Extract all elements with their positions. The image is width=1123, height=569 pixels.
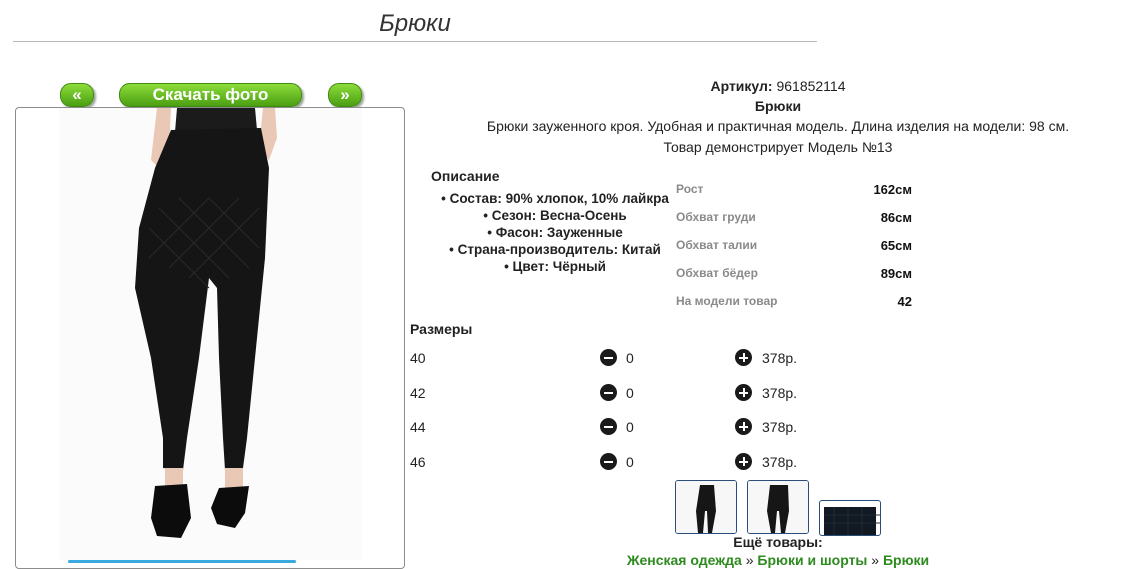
size-label: 44 <box>410 419 426 435</box>
measurement-value: 65см <box>880 238 912 253</box>
price: 378р. <box>762 385 798 401</box>
measurement-label: Обхват талии <box>676 238 758 252</box>
article-line: Артикул: 961852114 <box>410 78 1123 94</box>
photo-caption-strip <box>68 560 296 563</box>
product-description: Брюки зауженного кроя. Удобная и практич… <box>486 118 1070 134</box>
download-photo-button[interactable]: Скачать фото <box>119 83 302 107</box>
breadcrumb-link-women[interactable]: Женская одежда <box>627 552 742 568</box>
price: 378р. <box>762 350 798 366</box>
breadcrumb-separator: » <box>871 552 880 568</box>
measurement-row: Рост 162см <box>676 180 912 208</box>
measurement-row: На модели товар 42 <box>676 292 912 320</box>
measurement-label: Рост <box>676 182 704 196</box>
details-list: • Состав: 90% хлопок, 10% лайкра • Сезон… <box>425 190 685 275</box>
size-label: 42 <box>410 385 426 401</box>
product-photo-frame <box>15 107 405 569</box>
model-measurements: Рост 162см Обхват груди 86см Обхват тали… <box>676 180 912 320</box>
size-label: 40 <box>410 350 426 366</box>
increase-qty-icon[interactable] <box>735 418 752 435</box>
details-heading: Описание <box>431 168 500 184</box>
size-row-44: 44 0 378р. <box>410 418 830 438</box>
product-photo[interactable] <box>59 108 362 560</box>
decrease-qty-icon[interactable] <box>600 418 617 435</box>
article-value: 961852114 <box>776 78 846 94</box>
quantity-value: 0 <box>626 385 634 401</box>
next-photo-button[interactable]: » <box>328 83 362 107</box>
measurement-value: 89см <box>880 266 912 281</box>
measurement-value: 162см <box>873 182 912 197</box>
details-item: • Сезон: Весна-Осень <box>483 208 627 223</box>
measurement-label: Обхват груди <box>676 210 756 224</box>
decrease-qty-icon[interactable] <box>600 384 617 401</box>
quantity-value: 0 <box>626 419 634 435</box>
fabric-thumbnail[interactable] <box>819 500 881 536</box>
measurement-label: На модели товар <box>676 294 778 308</box>
article-label: Артикул: <box>710 78 773 94</box>
measurement-row: Обхват груди 86см <box>676 208 912 236</box>
category-breadcrumb: Женская одежда » Брюки и шорты » Брюки <box>410 552 1123 568</box>
measurement-row: Обхват бёдер 89см <box>676 264 912 292</box>
quantity-value: 0 <box>626 350 634 366</box>
size-label: 46 <box>410 454 426 470</box>
sizes-heading: Размеры <box>410 321 473 337</box>
increase-qty-icon[interactable] <box>735 349 752 366</box>
breadcrumb-link-trousers-shorts[interactable]: Брюки и шорты <box>757 552 867 568</box>
measurement-value: 42 <box>897 294 912 309</box>
model-info: Товар демонстрирует Модель №13 <box>663 139 893 155</box>
increase-qty-icon[interactable] <box>735 453 752 470</box>
measurement-row: Обхват талии 65см <box>676 236 912 264</box>
prev-photo-button[interactable]: « <box>60 83 94 107</box>
quantity-value: 0 <box>626 454 634 470</box>
price: 378р. <box>762 454 798 470</box>
measurement-label: Обхват бёдер <box>676 266 758 280</box>
page-title: Брюки <box>379 10 451 37</box>
details-item: • Состав: 90% хлопок, 10% лайкра <box>441 191 669 206</box>
more-products-heading: Ещё товары: <box>733 534 823 550</box>
photo-thumbnail[interactable] <box>675 480 737 534</box>
breadcrumb-separator: » <box>745 552 754 568</box>
decrease-qty-icon[interactable] <box>600 453 617 470</box>
product-name: Брюки <box>754 98 802 114</box>
photo-thumbnail[interactable] <box>747 480 809 534</box>
decrease-qty-icon[interactable] <box>600 349 617 366</box>
size-row-46: 46 0 378р. <box>410 453 830 473</box>
increase-qty-icon[interactable] <box>735 384 752 401</box>
details-item: • Фасон: Зауженные <box>487 225 623 240</box>
details-item: • Страна-производитель: Китай <box>449 242 661 257</box>
title-divider <box>13 41 817 42</box>
price: 378р. <box>762 419 798 435</box>
breadcrumb-link-trousers[interactable]: Брюки <box>883 552 929 568</box>
size-row-42: 42 0 378р. <box>410 384 830 404</box>
details-item: • Цвет: Чёрный <box>504 259 606 274</box>
size-row-40: 40 0 378р. <box>410 349 830 369</box>
measurement-value: 86см <box>880 210 912 225</box>
